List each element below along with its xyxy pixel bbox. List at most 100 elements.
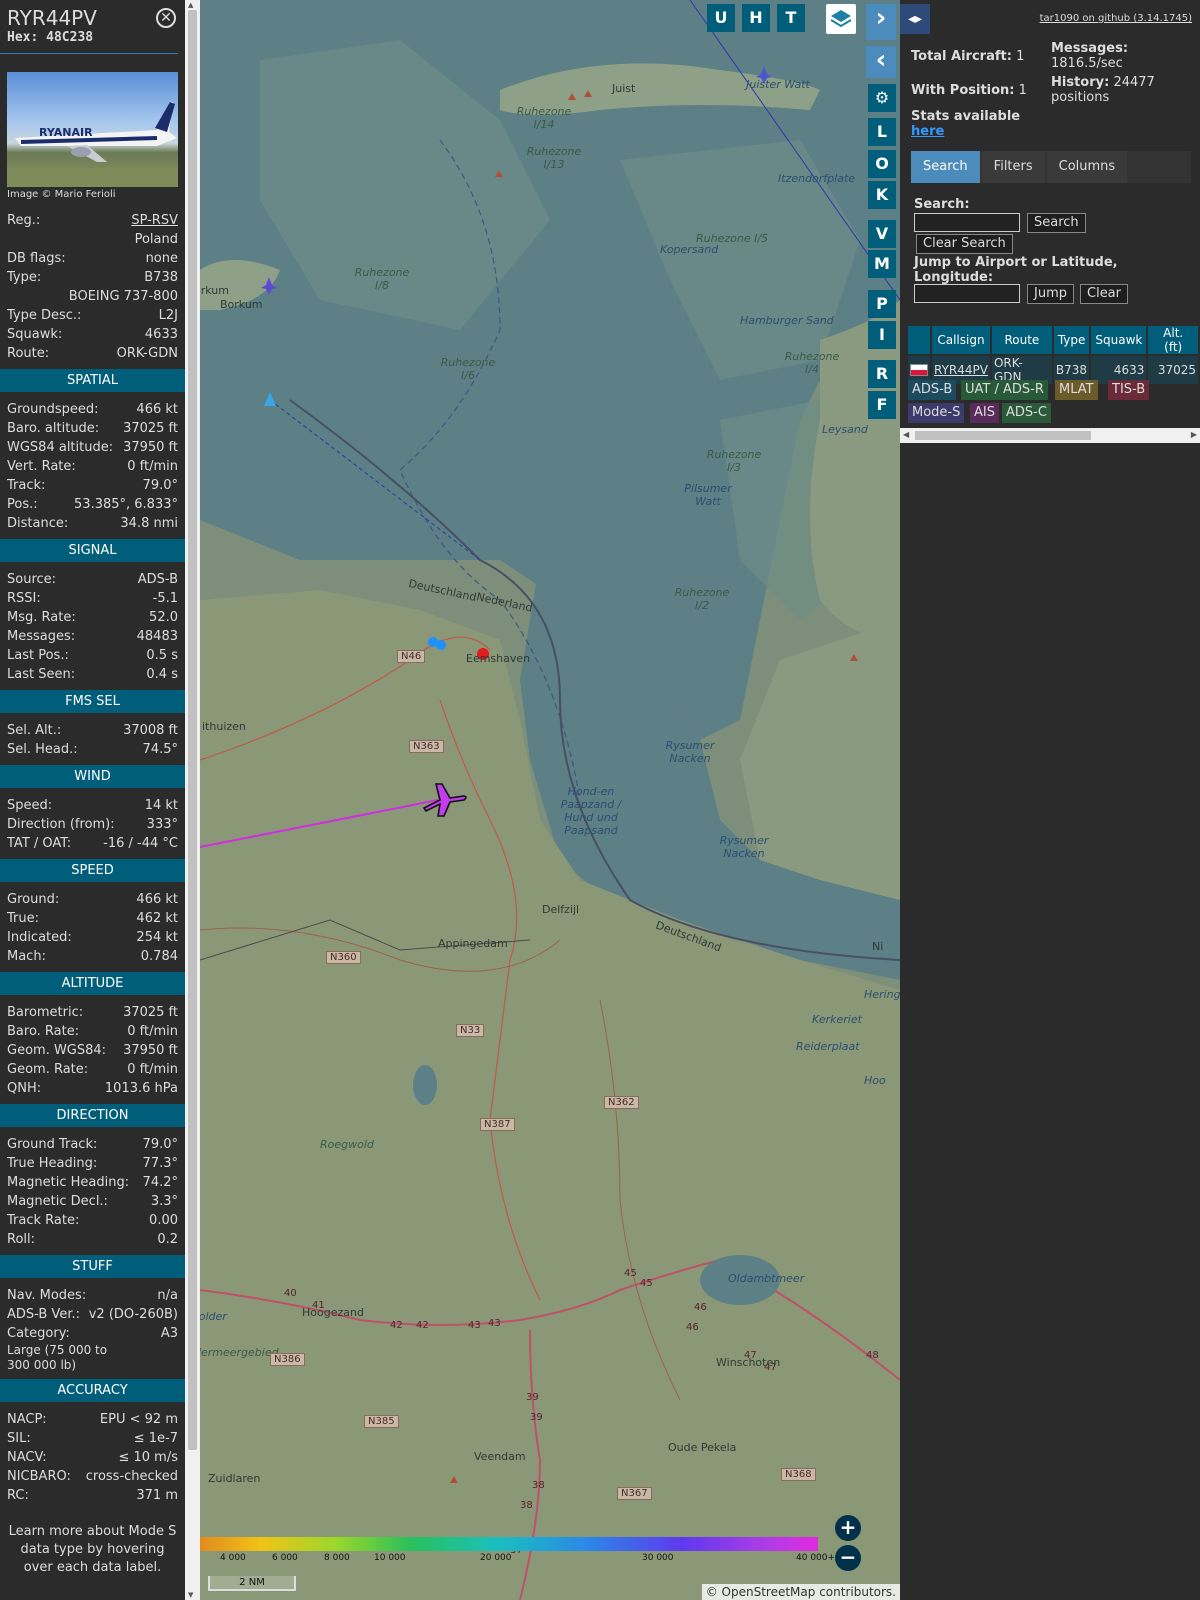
zoom-out-button[interactable]: −	[835, 1545, 861, 1571]
column-header[interactable]: Route	[991, 326, 1052, 354]
map-button-v[interactable]: V	[868, 220, 896, 248]
info-label[interactable]: SIL:	[7, 1429, 31, 1448]
info-label[interactable]: True:	[7, 909, 39, 928]
info-label[interactable]: RC:	[7, 1486, 29, 1505]
map-view[interactable]: Juist Juister Watt Ruhezone I/14 Ruhezone I…	[200, 0, 900, 1600]
map-button-k[interactable]: K	[868, 181, 896, 209]
info-label[interactable]: Baro. Rate:	[7, 1022, 79, 1041]
osm-link[interactable]: OpenStreetMap	[722, 1585, 816, 1599]
search-input[interactable]	[914, 213, 1020, 232]
aircraft-photo[interactable]: RYANAIR	[7, 72, 178, 187]
info-label[interactable]: TAT / OAT:	[7, 834, 71, 853]
info-label[interactable]: Category:	[7, 1324, 70, 1343]
info-label[interactable]: Magnetic Heading:	[7, 1173, 129, 1192]
toggle-sidebar-width-button[interactable]: ◂▸	[900, 4, 930, 34]
scroll-left-icon[interactable]: ◀	[903, 430, 909, 439]
info-label[interactable]: Magnetic Decl.:	[7, 1192, 108, 1211]
info-label[interactable]: Nav. Modes:	[7, 1286, 86, 1305]
info-label[interactable]: Sel. Alt.:	[7, 721, 61, 740]
map-button-l[interactable]: L	[868, 118, 896, 146]
info-label[interactable]: Last Seen:	[7, 665, 75, 684]
info-label[interactable]: Track:	[7, 476, 45, 495]
expand-sidebar-button[interactable]: ›	[866, 4, 896, 40]
map-button-h[interactable]: H	[742, 4, 770, 32]
info-value: 254 kt	[136, 930, 178, 945]
info-label[interactable]: Distance:	[7, 514, 68, 533]
info-value: 371 m	[136, 1488, 178, 1503]
info-label[interactable]: QNH:	[7, 1079, 41, 1098]
info-label[interactable]: Msg. Rate:	[7, 608, 76, 627]
map-button-r[interactable]: R	[868, 360, 896, 388]
map-button-i[interactable]: I	[868, 321, 896, 349]
settings-button[interactable]: ⚙	[868, 84, 896, 112]
h-scrollbar-thumb[interactable]	[915, 431, 1091, 440]
close-icon[interactable]: ✕	[156, 8, 176, 28]
info-label[interactable]: Ground Track:	[7, 1135, 97, 1154]
info-label[interactable]: Geom. Rate:	[7, 1060, 88, 1079]
info-label[interactable]: Vert. Rate:	[7, 457, 76, 476]
info-label[interactable]: Speed:	[7, 796, 52, 815]
info-label[interactable]: True Heading:	[7, 1154, 97, 1173]
column-header[interactable]: Squawk	[1091, 326, 1147, 354]
info-label[interactable]: Barometric:	[7, 1003, 83, 1022]
info-label[interactable]: WGS84 altitude:	[7, 438, 113, 457]
selected-aircraft-icon[interactable]	[420, 780, 468, 820]
map-button-m[interactable]: M	[868, 250, 896, 278]
clear-jump-button[interactable]: Clear	[1080, 284, 1128, 304]
tab-filters[interactable]: Filters	[981, 151, 1045, 183]
collapse-sidebar-button[interactable]: ‹	[866, 46, 896, 78]
info-label[interactable]: Track Rate:	[7, 1211, 79, 1230]
column-header[interactable]: Alt. (ft)	[1148, 326, 1198, 354]
info-label[interactable]: Messages:	[7, 627, 75, 646]
jump-button[interactable]: Jump	[1027, 284, 1074, 304]
column-header[interactable]	[908, 326, 930, 354]
info-label[interactable]: Indicated:	[7, 928, 72, 947]
zoom-in-button[interactable]: +	[835, 1515, 861, 1541]
info-row: True: 462 kt	[0, 909, 185, 928]
column-header[interactable]: Callsign	[932, 326, 990, 354]
column-header[interactable]: Type	[1053, 326, 1090, 354]
learn-more-text: Learn more about Mode S data type by hov…	[8, 1524, 177, 1575]
map-button-f[interactable]: F	[868, 391, 896, 419]
info-row: Msg. Rate: 52.0	[0, 608, 185, 627]
info-label[interactable]: Groundspeed:	[7, 400, 98, 419]
clear-search-button[interactable]: Clear Search	[916, 234, 1013, 254]
info-label[interactable]: Source:	[7, 570, 56, 589]
info-value: B738	[144, 270, 178, 285]
scroll-up-icon[interactable]: ▲	[188, 1, 193, 9]
info-label[interactable]: RSSI:	[7, 589, 41, 608]
scroll-down-icon[interactable]: ▼	[188, 1591, 193, 1599]
tab-columns[interactable]: Columns	[1046, 151, 1128, 183]
info-label[interactable]: Ground:	[7, 890, 59, 909]
info-label[interactable]: Sel. Head.:	[7, 740, 78, 759]
map-button-p[interactable]: P	[868, 290, 896, 318]
info-label[interactable]: Geom. WGS84:	[7, 1041, 106, 1060]
info-label[interactable]: NACP:	[7, 1410, 47, 1429]
info-label[interactable]: Last Pos.:	[7, 646, 69, 665]
info-label[interactable]: Direction (from):	[7, 815, 115, 834]
table-horizontal-scrollbar[interactable]: ◀ ▶	[900, 428, 1200, 443]
map-button-u[interactable]: U	[707, 4, 735, 32]
scrollbar-thumb[interactable]	[188, 10, 197, 1450]
github-link[interactable]: tar1090 on github (3.14.1745)	[1040, 13, 1192, 24]
layers-button[interactable]	[826, 4, 856, 34]
info-panel-scrollbar[interactable]: ▲ ▼	[185, 0, 200, 1600]
basic-info-rows: Reg.: SP-RSV Poland DB flags: none Type: B738 B…	[0, 211, 185, 363]
info-label[interactable]: ADS-B Ver.:	[7, 1305, 80, 1324]
motorway-number: 38	[520, 1500, 533, 1511]
map-button-t[interactable]: T	[777, 4, 805, 32]
info-label[interactable]: Roll:	[7, 1230, 35, 1249]
info-label[interactable]: Pos.:	[7, 495, 38, 514]
jump-input[interactable]	[914, 284, 1020, 303]
scroll-right-icon[interactable]: ▶	[1191, 430, 1197, 439]
info-value: 48483	[136, 629, 178, 644]
info-label[interactable]: Mach:	[7, 947, 46, 966]
info-label[interactable]: Baro. altitude:	[7, 419, 99, 438]
info-label[interactable]: NICBARO:	[7, 1467, 71, 1486]
search-button[interactable]: Search	[1027, 213, 1086, 233]
map-button-o[interactable]: O	[868, 150, 896, 178]
tab-search[interactable]: Search	[911, 151, 980, 183]
registration-link[interactable]: SP-RSV	[131, 211, 178, 230]
stats-link[interactable]: here	[911, 124, 944, 139]
info-label[interactable]: NACV:	[7, 1448, 47, 1467]
